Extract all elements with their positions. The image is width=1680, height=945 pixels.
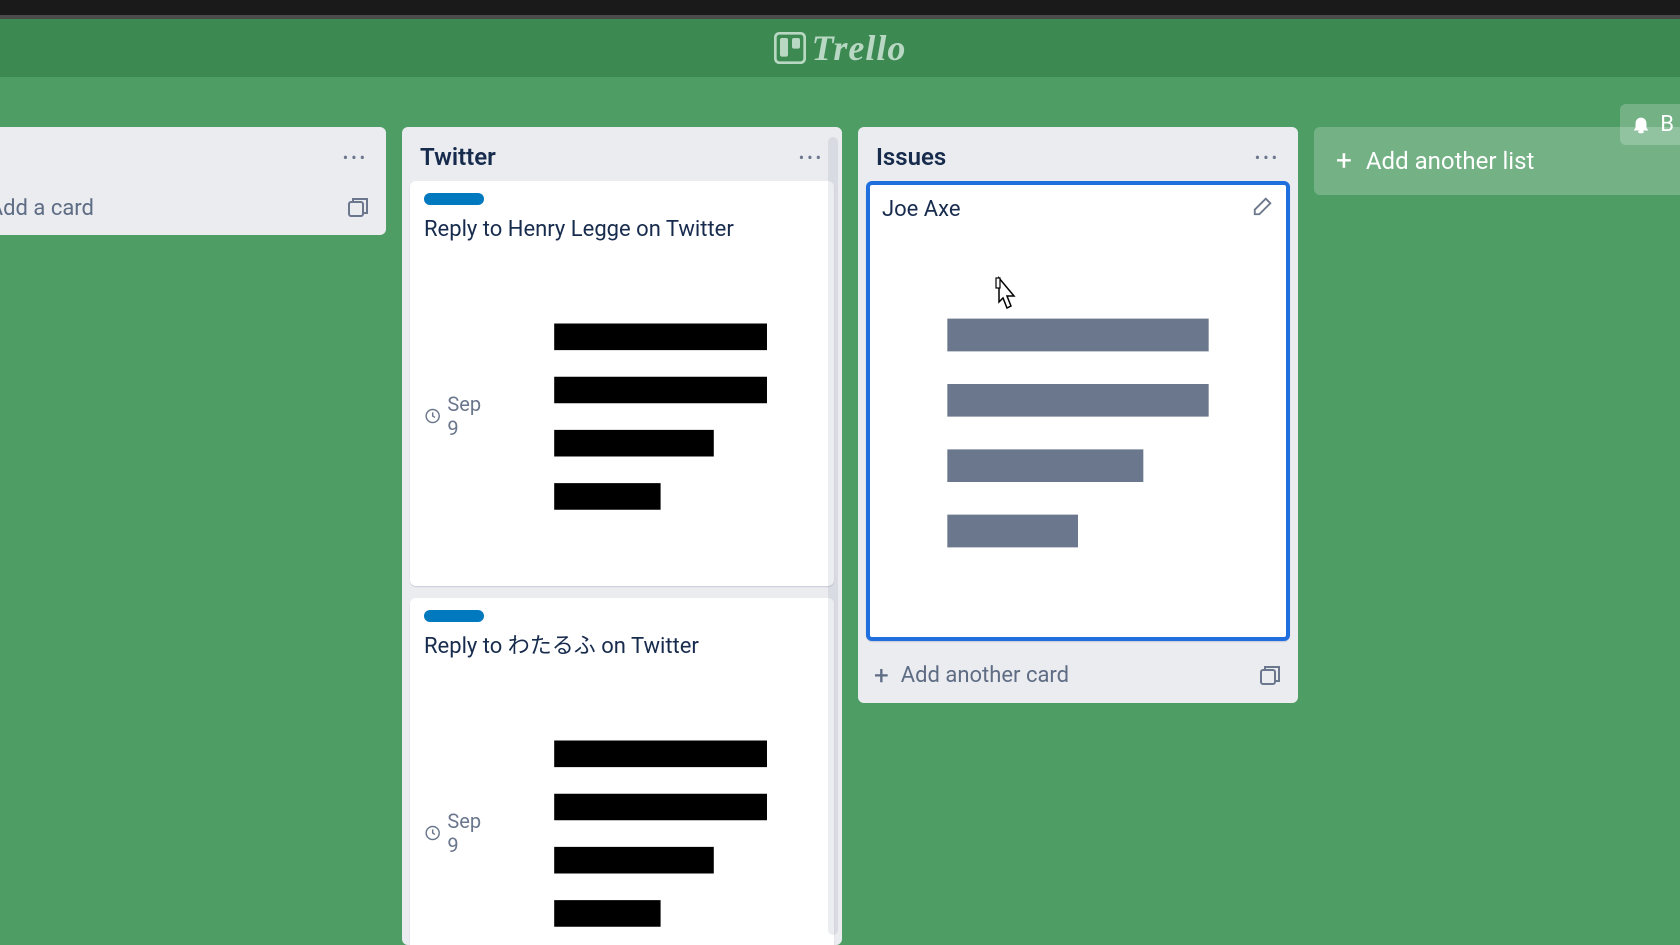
description-icon xyxy=(501,674,820,945)
list-issues: Issues ••• Joe Axe + Add another card xyxy=(858,127,1298,703)
trello-board-icon xyxy=(774,32,806,64)
trello-logo-text: Trello xyxy=(812,27,907,69)
description-icon xyxy=(882,237,1274,629)
list-header: Twitter ••• xyxy=(402,127,842,181)
card-container: Reply to Henry Legge on Twitter Sep 9 Re… xyxy=(402,181,842,945)
list-menu-icon[interactable]: ••• xyxy=(343,148,368,167)
card-container: Joe Axe xyxy=(858,181,1298,649)
clock-icon xyxy=(424,405,441,427)
clock-icon xyxy=(424,822,441,844)
add-card-button[interactable]: + Add a card xyxy=(0,181,386,235)
app-header: Trello xyxy=(0,19,1680,77)
card-title: Joe Axe xyxy=(882,195,1274,225)
card-badges: Sep 9 xyxy=(424,257,820,576)
card-template-icon[interactable] xyxy=(1258,664,1282,688)
list-menu-icon[interactable]: ••• xyxy=(1255,148,1280,167)
card-title: Reply to わたるふ on Twitter xyxy=(424,632,820,662)
add-list-label: Add another list xyxy=(1366,147,1534,175)
list-title[interactable]: Twitter xyxy=(420,143,496,171)
browser-top-bar xyxy=(0,0,1680,15)
trello-logo[interactable]: Trello xyxy=(774,27,907,69)
list-partial: ne ••• + Add a card xyxy=(0,127,386,235)
list-scrollbar[interactable] xyxy=(828,137,838,935)
card-title: Reply to Henry Legge on Twitter xyxy=(424,215,820,245)
due-date-text: Sep 9 xyxy=(447,809,486,857)
plus-icon: + xyxy=(1336,147,1352,175)
card-label-blue[interactable] xyxy=(424,193,484,205)
card-badges: Sep 9 xyxy=(424,674,820,945)
list-header: Issues ••• xyxy=(858,127,1298,181)
list-menu-icon[interactable]: ••• xyxy=(799,148,824,167)
add-card-label: Add another card xyxy=(901,663,1069,688)
card[interactable]: Reply to わたるふ on Twitter Sep 9 xyxy=(410,598,834,945)
description-icon xyxy=(501,257,820,576)
card-highlighted[interactable]: Joe Axe xyxy=(866,181,1290,641)
card-label-blue[interactable] xyxy=(424,610,484,622)
due-badge: Sep 9 xyxy=(424,809,487,857)
add-another-list-button[interactable]: + Add another list xyxy=(1314,127,1680,195)
card[interactable]: Reply to Henry Legge on Twitter Sep 9 xyxy=(410,181,834,586)
list-title[interactable]: Issues xyxy=(876,143,946,171)
board-canvas: ne ••• + Add a card Twitter ••• Reply to… xyxy=(0,77,1680,945)
plus-icon: + xyxy=(874,663,889,689)
pencil-icon[interactable] xyxy=(1252,195,1274,217)
list-header: ne ••• xyxy=(0,127,386,181)
due-date-text: Sep 9 xyxy=(447,392,486,440)
add-card-label: Add a card xyxy=(0,196,94,221)
card-template-icon[interactable] xyxy=(346,196,370,220)
list-twitter: Twitter ••• Reply to Henry Legge on Twit… xyxy=(402,127,842,945)
due-badge: Sep 9 xyxy=(424,392,487,440)
add-another-card-button[interactable]: + Add another card xyxy=(858,649,1298,703)
card-badges xyxy=(882,237,1274,629)
